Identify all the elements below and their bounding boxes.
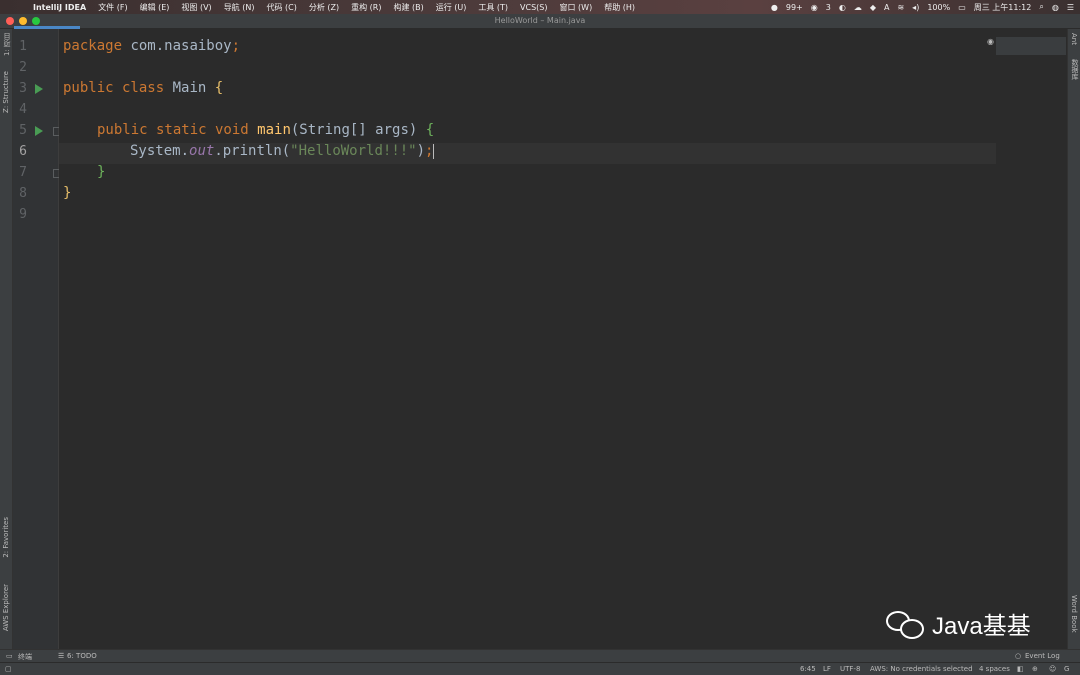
code-line-5[interactable]: public static void main(String[] args) { (97, 120, 434, 141)
menu-run[interactable]: 运行 (U) (436, 2, 467, 13)
left-tool-strip: 1: 项目 Z: Structure 2: Favorites AWS Expl… (0, 29, 13, 649)
wechat-logo-icon (884, 607, 926, 641)
search-icon[interactable]: ⌕ (1039, 2, 1043, 12)
tool-aws-explorer[interactable]: AWS Explorer (2, 584, 10, 631)
run-class-icon[interactable] (35, 84, 43, 94)
line-number: 4 (19, 102, 27, 117)
tool-terminal[interactable]: 终端 (18, 652, 32, 662)
leaf-icon[interactable]: ◐ (839, 3, 846, 12)
cloud-icon[interactable]: ☁ (854, 3, 862, 12)
aws-credentials[interactable]: AWS: No credentials selected (870, 665, 973, 673)
text-caret (433, 143, 435, 159)
tool-event-log[interactable]: Event Log (1025, 652, 1060, 660)
wifi-icon[interactable]: ≋ (897, 3, 904, 12)
right-tool-strip: Ant 数据库 Word Book (1067, 29, 1080, 649)
menu-file[interactable]: 文件 (F) (98, 2, 127, 13)
menu-navigate[interactable]: 导航 (N) (224, 2, 255, 13)
line-number: 3 (19, 81, 27, 96)
line-number-current: 6 (19, 144, 27, 159)
menu-refactor[interactable]: 重构 (R) (351, 2, 381, 13)
todo-icon[interactable]: ☰ (58, 652, 64, 660)
line-number: 9 (19, 207, 27, 222)
window-titlebar: HelloWorld – Main.java (0, 14, 1080, 29)
mac-menubar: IntelliJ IDEA 文件 (F) 编辑 (E) 视图 (V) 导航 (N… (0, 0, 1080, 14)
git-icon[interactable]: ⊕ (1032, 665, 1038, 673)
menu-build[interactable]: 构建 (B) (393, 2, 423, 13)
menu-tools[interactable]: 工具 (T) (478, 2, 508, 13)
tool-project[interactable]: 1: 项目 (2, 33, 12, 56)
wechat-count: 3 (825, 2, 831, 12)
menu-analyze[interactable]: 分析 (Z) (309, 2, 339, 13)
event-log-icon[interactable]: ○ (1015, 652, 1021, 660)
window-title: HelloWorld – Main.java (494, 16, 586, 25)
line-number: 7 (19, 165, 27, 180)
editor-gutter[interactable]: 1 2 3 4 5 6 7 8 9 (13, 29, 62, 649)
menu-help[interactable]: 帮助 (H) (604, 2, 635, 13)
tool-window-bar: ▭ 终端 ☰ 6: TODO ○ Event Log (0, 649, 1080, 662)
line-number: 1 (19, 39, 27, 54)
tool-structure[interactable]: Z: Structure (2, 71, 10, 113)
menu-window[interactable]: 窗口 (W) (560, 2, 593, 13)
code-line-1[interactable]: package com.nasaiboy; (63, 36, 240, 57)
wechat-icon[interactable]: ◉ (811, 3, 818, 12)
code-line-7[interactable]: } (97, 162, 105, 183)
file-encoding[interactable]: UTF-8 (840, 665, 860, 673)
line-number: 5 (19, 123, 27, 138)
caret-position[interactable]: 6:45 (800, 665, 816, 673)
code-line-6[interactable]: System.out.println("HelloWorld!!!"); (130, 141, 435, 162)
line-separator[interactable]: LF (823, 665, 831, 673)
status-bar: ▢ 6:45 LF UTF-8 AWS: No credentials sele… (0, 662, 1080, 675)
tool-todo[interactable]: 6: TODO (67, 652, 97, 660)
watermark-text: Java基基 (932, 613, 1031, 640)
panel-toggle-icon[interactable]: ▢ (5, 665, 12, 673)
clock[interactable]: 周三 上午11:12 (974, 2, 1032, 13)
tool-word-book[interactable]: Word Book (1070, 595, 1078, 633)
app-menu[interactable]: IntelliJ IDEA (33, 3, 86, 12)
indent-setting[interactable]: 4 spaces (979, 665, 1010, 673)
menu-view[interactable]: 视图 (V) (181, 2, 211, 13)
battery-icon[interactable]: ▭ (958, 3, 966, 12)
siri-icon[interactable]: ◍ (1052, 3, 1059, 12)
notification-count: 99+ (785, 2, 803, 12)
line-number: 8 (19, 186, 27, 201)
control-center-icon[interactable]: ☰ (1067, 3, 1074, 12)
battery-label: 100% (927, 2, 951, 12)
bell-icon[interactable]: ● (771, 3, 778, 12)
line-number: 2 (19, 60, 27, 75)
shield-icon[interactable]: ◆ (870, 3, 876, 12)
eye-icon[interactable]: ◉ (987, 37, 994, 46)
input-method-icon[interactable]: A (884, 3, 889, 12)
menu-edit[interactable]: 编辑 (E) (140, 2, 170, 13)
tool-database[interactable]: 数据库 (1070, 59, 1080, 80)
volume-icon[interactable]: ◂) (912, 3, 919, 12)
code-editor[interactable]: ◉ package com.nasaiboy; public class Mai… (59, 29, 1067, 649)
menu-vcs[interactable]: VCS(S) (520, 3, 547, 12)
inspector-icon[interactable]: ☺ (1049, 665, 1056, 673)
code-line-3[interactable]: public class Main { (63, 78, 223, 99)
watermark: Java基基 (884, 606, 1031, 641)
tool-ant[interactable]: Ant (1070, 33, 1078, 45)
google-icon[interactable]: G (1064, 665, 1069, 673)
menubar-status-area: ● 99+ ◉ 3 ◐ ☁ ◆ A ≋ ◂) 100% ▭ 周三 上午11:12… (771, 0, 1074, 14)
code-minimap[interactable] (996, 37, 1066, 55)
lock-icon[interactable]: ◧ (1017, 665, 1024, 673)
run-main-icon[interactable] (35, 126, 43, 136)
menu-code[interactable]: 代码 (C) (266, 2, 296, 13)
terminal-icon[interactable]: ▭ (6, 652, 13, 660)
code-line-8[interactable]: } (63, 183, 71, 204)
tool-favorites[interactable]: 2: Favorites (2, 517, 10, 558)
